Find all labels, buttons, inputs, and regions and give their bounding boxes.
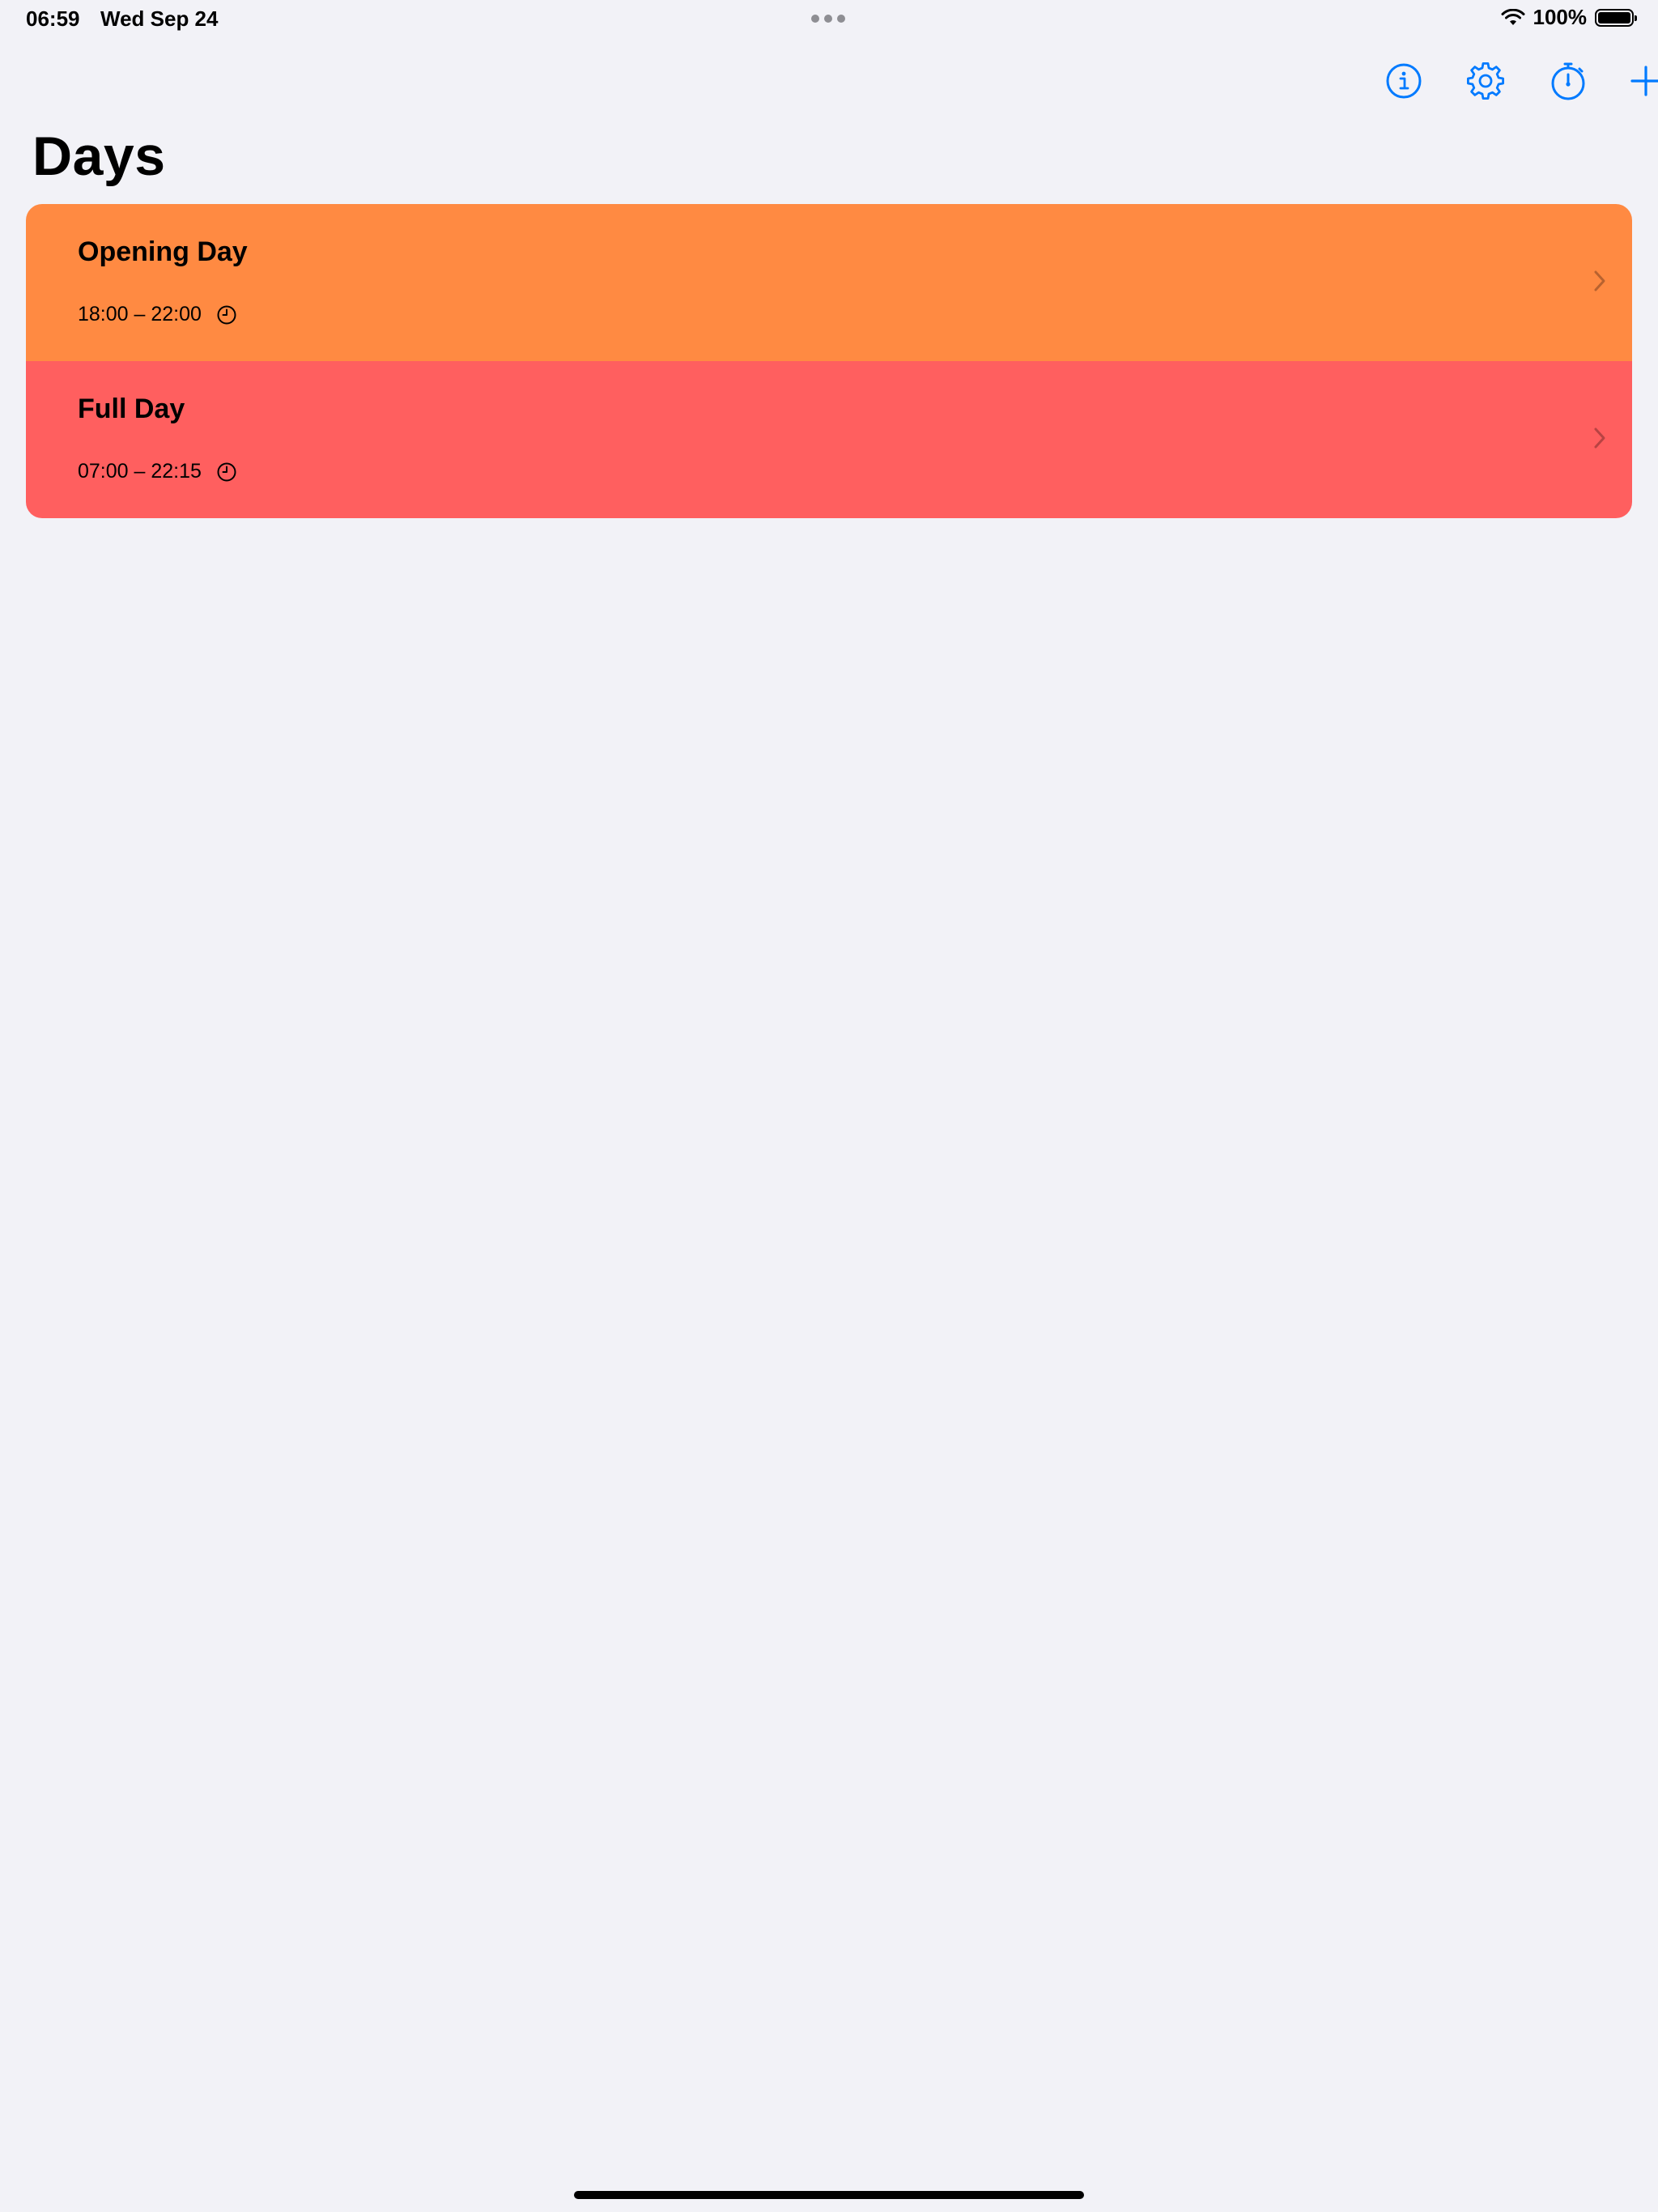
day-row-opening-day[interactable]: Opening Day 18:00 – 22:00 [26, 204, 1632, 361]
info-icon [1385, 62, 1422, 100]
chevron-right-icon [1592, 426, 1608, 450]
plus-icon [1630, 65, 1658, 97]
clock-icon [216, 304, 237, 325]
day-list: Opening Day 18:00 – 22:00 Full Day 07:00… [26, 204, 1632, 518]
day-name: Full Day [78, 393, 185, 424]
page-title: Days [32, 125, 166, 187]
toolbar [1334, 58, 1658, 104]
add-day-button[interactable] [1623, 58, 1658, 104]
status-time: 06:59 [26, 6, 80, 31]
screen: 06:59 Wed Sep 24 100% Days Opening Day 1… [0, 0, 1658, 2212]
status-right: 100% [1501, 5, 1637, 30]
day-time-range: 18:00 – 22:00 [78, 303, 202, 325]
status-date: Wed Sep 24 [100, 6, 219, 31]
day-name: Opening Day [78, 236, 248, 267]
day-time-line: 07:00 – 22:15 [78, 460, 237, 483]
home-indicator[interactable] [574, 2191, 1084, 2199]
day-row-full-day[interactable]: Full Day 07:00 – 22:15 [26, 361, 1632, 518]
wifi-icon [1501, 8, 1525, 27]
battery-percentage: 100% [1533, 5, 1588, 29]
clock-icon [216, 462, 237, 483]
settings-button[interactable] [1463, 58, 1508, 104]
chevron-right-icon [1592, 269, 1608, 293]
day-time-range: 07:00 – 22:15 [78, 460, 202, 483]
timer-icon [1549, 61, 1588, 101]
multitasking-dots-icon[interactable] [811, 15, 845, 23]
timer-button[interactable] [1545, 58, 1591, 104]
info-button[interactable] [1381, 58, 1426, 104]
battery-icon [1595, 8, 1637, 27]
gear-icon [1466, 62, 1505, 100]
day-time-line: 18:00 – 22:00 [78, 303, 237, 326]
